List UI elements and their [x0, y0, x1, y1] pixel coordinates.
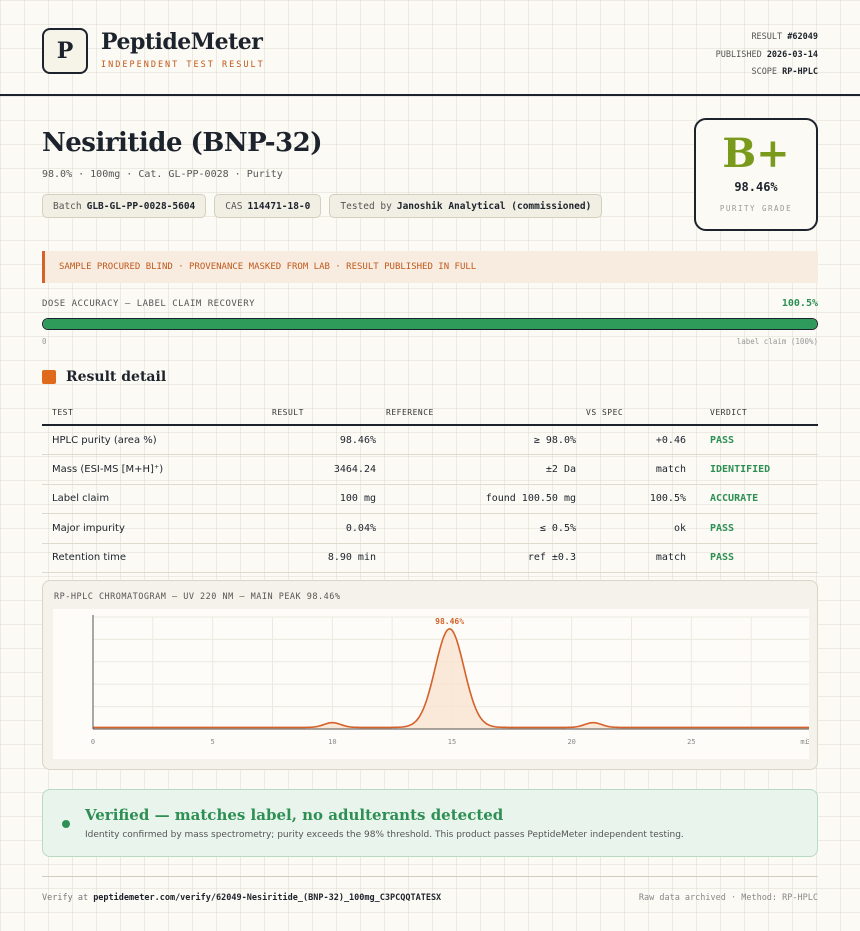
section-marker-icon: [42, 370, 56, 384]
verified-description: Identity confirmed by mass spectrometry;…: [85, 830, 684, 840]
footer-divider: [42, 876, 818, 877]
cell-reference: ref ±0.3: [376, 543, 576, 573]
x-tick-label: 0: [91, 738, 95, 746]
cell-reference: ≥ 98.0%: [376, 425, 576, 455]
result-meta: RESULT #62049 PUBLISHED 2026-03-14 SCOPE…: [715, 32, 818, 77]
header-vs-spec: VS SPEC: [576, 400, 686, 426]
cell-test: Major impurity: [42, 513, 262, 544]
purity-grade-card: B+ 98.46% PURITY GRADE: [694, 118, 818, 231]
x-unit-label: min: [800, 738, 809, 746]
table-row: Major impurity 0.04% ≤ 0.5% ok PASS: [42, 513, 818, 544]
batch-chip: Batch GLB-GL-PP-0028-5604: [42, 194, 207, 218]
brand-logo-icon: P: [42, 28, 88, 74]
cell-result: 8.90 min: [262, 543, 376, 573]
header-reference: REFERENCE: [376, 400, 576, 426]
page-header: P PeptideMeter INDEPENDENT TEST RESULT R…: [0, 0, 860, 96]
cell-verdict: IDENTIFIED: [686, 454, 818, 485]
cell-vs-spec: 100.5%: [576, 484, 686, 514]
chromatogram-title: RP-HPLC CHROMATOGRAM — UV 220 NM — MAIN …: [54, 592, 341, 602]
result-detail-heading: Result detail: [42, 369, 166, 385]
cell-result: 0.04%: [262, 513, 376, 544]
cell-reference: found 100.50 mg: [376, 484, 576, 514]
tested-by-chip: Tested by Janoshik Analytical (commission…: [329, 194, 603, 218]
grade-label: PURITY GRADE: [719, 204, 793, 213]
grade-percent: 98.46%: [734, 180, 778, 194]
cell-test: Label claim: [42, 484, 262, 514]
dose-max-label: label claim (100%): [736, 337, 818, 346]
cell-vs-spec: match: [576, 454, 686, 485]
table-row: Label claim 100 mg found 100.50 mg 100.5…: [42, 484, 818, 514]
result-id: #62049: [787, 32, 818, 42]
footer-method: Raw data archived · Method: RP-HPLC: [638, 893, 818, 903]
x-tick-label: 10: [328, 738, 336, 746]
header-result: RESULT: [262, 400, 376, 426]
x-tick-label: 25: [687, 738, 695, 746]
cell-test: Retention time: [42, 543, 262, 573]
dose-min-label: 0: [42, 337, 47, 346]
chromatogram-chart: 051015202530min98.46%: [53, 609, 809, 759]
cell-result: 100 mg: [262, 484, 376, 514]
blind-sample-notice: SAMPLE PROCURED BLIND · PROVENANCE MASKE…: [42, 251, 818, 283]
cell-result: 3464.24: [262, 454, 376, 485]
dose-accuracy-label: DOSE ACCURACY — LABEL CLAIM RECOVERY: [42, 299, 256, 309]
table-header-row: TEST RESULT REFERENCE VS SPEC VERDICT: [42, 400, 818, 426]
grade-letter: B+: [722, 130, 790, 177]
verified-status-icon: [62, 820, 70, 828]
page-title: Nesiritide (BNP-32): [42, 128, 323, 158]
cell-verdict: ACCURATE: [686, 484, 818, 514]
cell-reference: ≤ 0.5%: [376, 513, 576, 544]
table-row: Retention time 8.90 min ref ±0.3 match P…: [42, 543, 818, 573]
cell-test: Mass (ESI-MS [M+H]⁺): [42, 454, 262, 485]
cell-vs-spec: match: [576, 543, 686, 573]
header-verdict: VERDICT: [686, 400, 818, 426]
cell-test: HPLC purity (area %): [42, 425, 262, 455]
published-date: 2026-03-14: [766, 49, 818, 60]
table-row: HPLC purity (area %) 98.46% ≥ 98.0% +0.4…: [42, 425, 818, 455]
cell-verdict: PASS: [686, 513, 818, 544]
cas-chip: CAS 114471-18-0: [214, 194, 322, 218]
brand-name: PeptideMeter: [101, 29, 263, 55]
x-tick-label: 5: [211, 738, 215, 746]
cell-reference: ±2 Da: [376, 454, 576, 485]
peak-label: 98.46%: [435, 617, 464, 626]
verified-title: Verified — matches label, no adulterants…: [85, 806, 504, 824]
cell-result: 98.46%: [262, 425, 376, 455]
cell-verdict: PASS: [686, 543, 818, 573]
product-chips: Batch GLB-GL-PP-0028-5604 CAS 114471-18-0 …: [42, 194, 603, 218]
verified-banner: Verified — matches label, no adulterants…: [42, 789, 818, 857]
results-table: TEST RESULT REFERENCE VS SPEC VERDICT HP…: [42, 400, 818, 573]
product-subtitle: 98.0% · 100mg · Cat. GL-PP-0028 · Purity: [42, 169, 283, 180]
header-test: TEST: [42, 400, 262, 426]
dose-accuracy-value: 100.5%: [781, 298, 818, 309]
section-title: Result detail: [66, 369, 167, 385]
scope-value: RP-HPLC: [782, 67, 818, 77]
brand-subtitle: INDEPENDENT TEST RESULT: [101, 60, 265, 70]
chromatogram-panel: RP-HPLC CHROMATOGRAM — UV 220 NM — MAIN …: [42, 580, 818, 770]
cell-vs-spec: +0.46: [576, 425, 686, 455]
cell-vs-spec: ok: [576, 513, 686, 544]
table-row: Mass (ESI-MS [M+H]⁺) 3464.24 ±2 Da match…: [42, 454, 818, 485]
cell-verdict: PASS: [686, 425, 818, 455]
dose-accuracy-bar: [42, 318, 818, 330]
dose-accuracy-fill: [43, 319, 817, 329]
x-tick-label: 20: [567, 738, 575, 746]
footer-verify: Verify at peptidemeter.com/verify/62049-…: [42, 893, 442, 903]
x-tick-label: 15: [448, 738, 456, 746]
verify-link[interactable]: peptidemeter.com/verify/62049-Nesiritide…: [93, 893, 441, 903]
